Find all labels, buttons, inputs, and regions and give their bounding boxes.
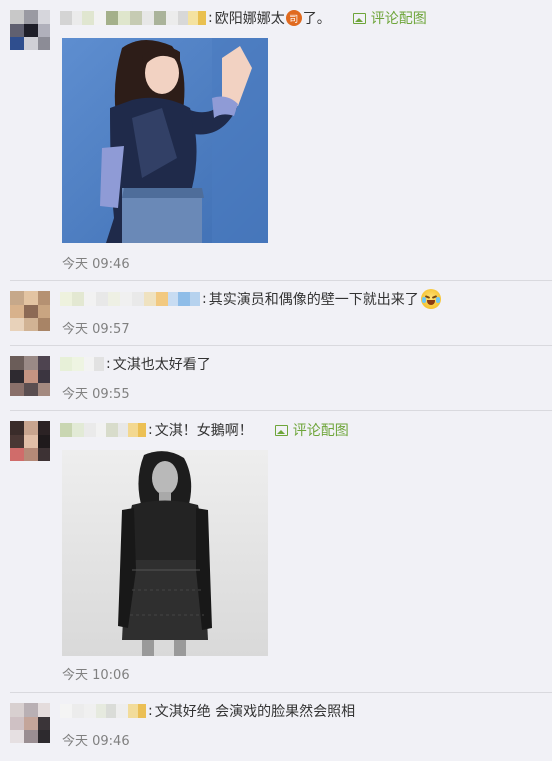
avatar[interactable] — [10, 291, 50, 331]
comment-text: 欧阳娜娜太 — [214, 11, 285, 27]
comment-line: : 其实演员和偶像的壁一下就出来了 — [60, 289, 441, 309]
emoji-icon: 司 — [285, 10, 302, 26]
colon: : — [208, 10, 213, 26]
avatar[interactable] — [10, 10, 50, 50]
comment-text: 其实演员和偶像的壁一下就出来了 — [208, 292, 419, 308]
colon: : — [106, 356, 111, 372]
laughing-tears-emoji-icon — [420, 289, 441, 309]
comment-text-tail: 了。 — [302, 11, 331, 27]
username[interactable] — [60, 704, 146, 718]
divider — [10, 280, 552, 281]
image-icon — [274, 424, 288, 436]
comment-text: 文淇也太好看了 — [112, 357, 211, 373]
comment-line: : 文淇！女鵝啊！ 评论配图 — [60, 420, 349, 440]
username[interactable] — [60, 11, 206, 25]
view-comment-picture-label: 评论配图 — [292, 423, 349, 439]
comment-line: : 文淇也太好看了 — [60, 354, 211, 374]
photo-woman-blue-wall — [62, 38, 268, 243]
comment-feed: : 欧阳娜娜太 司 了。 评论配图 今天 09:46: 其实演员和偶像的壁一下… — [0, 0, 552, 761]
username[interactable] — [60, 357, 104, 371]
comment-photo[interactable] — [62, 38, 268, 243]
comment-time: 今天 09:46 — [62, 734, 130, 749]
image-icon — [352, 12, 366, 24]
comment-time: 今天 09:57 — [62, 322, 130, 337]
comment-photo[interactable] — [62, 450, 268, 656]
username[interactable] — [60, 292, 200, 306]
comment-time: 今天 09:46 — [62, 257, 130, 272]
view-comment-picture-label: 评论配图 — [370, 11, 427, 27]
comment-time: 今天 09:55 — [62, 387, 130, 402]
colon: : — [202, 291, 207, 307]
photo-woman-black-dress — [62, 450, 268, 656]
view-comment-picture-link[interactable]: 评论配图 — [274, 420, 349, 440]
divider — [10, 345, 552, 346]
divider — [10, 410, 552, 411]
comment-line: : 欧阳娜娜太 司 了。 评论配图 — [60, 8, 427, 28]
comment-text: 文淇！女鵝啊！ — [154, 423, 253, 439]
comment-text: 文淇好绝 会演戏的脸果然会照相 — [154, 704, 356, 720]
colon: : — [148, 422, 153, 438]
username[interactable] — [60, 423, 146, 437]
comment-time: 今天 10:06 — [62, 668, 130, 683]
divider — [10, 692, 552, 693]
colon: : — [148, 703, 153, 719]
view-comment-picture-link[interactable]: 评论配图 — [352, 8, 427, 28]
comment-line: : 文淇好绝 会演戏的脸果然会照相 — [60, 701, 355, 721]
avatar[interactable] — [10, 703, 50, 743]
avatar[interactable] — [10, 356, 50, 396]
avatar[interactable] — [10, 421, 50, 461]
